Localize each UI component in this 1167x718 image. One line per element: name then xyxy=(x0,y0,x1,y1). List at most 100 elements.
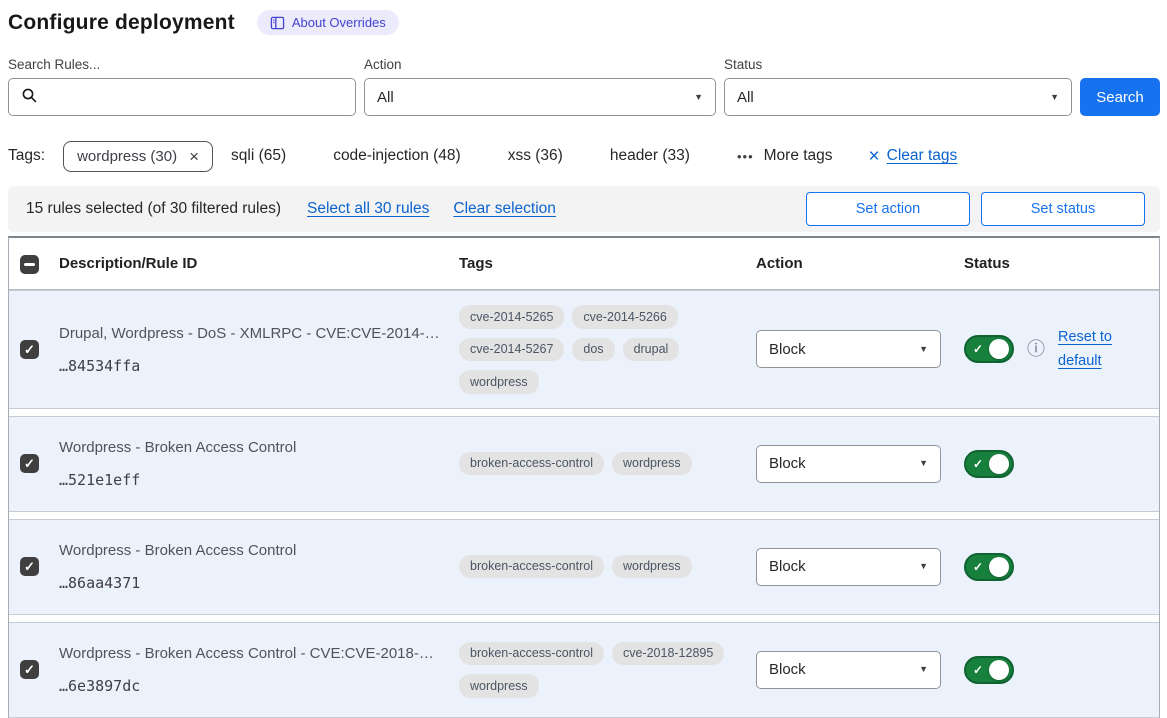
row-rule-id: …84534ffa xyxy=(59,356,459,376)
toggle-knob xyxy=(989,660,1009,680)
row-tags: broken-access-control cve-2018-12895 wordp… xyxy=(459,642,756,698)
check-icon: ✓ xyxy=(973,458,983,470)
tag-pill: cve-2014-5267 xyxy=(459,338,564,362)
tag-item-code-injection[interactable]: code-injection (48) xyxy=(333,147,461,165)
table-row: ✓ Wordpress - Broken Access Control - CV… xyxy=(9,622,1159,718)
column-header-description: Description/Rule ID xyxy=(59,255,459,272)
row-description: Wordpress - Broken Access Control xyxy=(59,437,459,459)
action-select-value: Block xyxy=(769,558,806,575)
selection-summary: 15 rules selected (of 30 filtered rules) xyxy=(26,200,281,218)
tag-item-header[interactable]: header (33) xyxy=(610,147,690,165)
tag-pill: cve-2018-12895 xyxy=(612,642,724,666)
set-action-button[interactable]: Set action xyxy=(806,192,970,226)
check-icon: ✓ xyxy=(24,343,35,356)
tag-pill: wordpress xyxy=(459,370,539,394)
tag-pill: broken-access-control xyxy=(459,642,604,666)
row-description: Drupal, Wordpress - DoS - XMLRPC - CVE:C… xyxy=(59,323,459,345)
indeterminate-icon xyxy=(24,263,35,266)
more-tags-button[interactable]: ••• More tags xyxy=(737,147,833,165)
rules-table: Description/Rule ID Tags Action Status ✓… xyxy=(8,236,1160,718)
configure-deployment-page: Configure deployment About Overrides Sea… xyxy=(0,0,1167,718)
action-filter-select[interactable]: All ▼ xyxy=(364,78,716,116)
check-icon: ✓ xyxy=(973,561,983,573)
table-row: ✓ Wordpress - Broken Access Control …86a… xyxy=(9,519,1159,615)
action-select[interactable]: Block ▼ xyxy=(756,651,941,689)
action-select[interactable]: Block ▼ xyxy=(756,548,941,586)
selection-bar: 15 rules selected (of 30 filtered rules)… xyxy=(8,186,1160,232)
check-icon: ✓ xyxy=(24,560,35,573)
search-input[interactable] xyxy=(48,89,343,106)
table-row: ✓ Drupal, Wordpress - DoS - XMLRPC - CVE… xyxy=(9,290,1159,409)
info-icon[interactable]: ⓘ xyxy=(1027,340,1045,358)
tag-pill: dos xyxy=(572,338,614,362)
close-icon: × xyxy=(869,147,880,166)
titlebar: Configure deployment About Overrides xyxy=(8,10,1160,35)
search-input-box[interactable] xyxy=(8,78,356,116)
action-filter-field: Action All ▼ xyxy=(364,57,716,116)
more-tags-label: More tags xyxy=(764,147,833,165)
remove-tag-icon[interactable]: × xyxy=(189,148,199,165)
search-icon xyxy=(21,87,38,108)
search-rules-field: Search Rules... xyxy=(8,57,356,116)
reset-to-default-link[interactable]: Reset to default xyxy=(1058,325,1122,373)
row-description: Wordpress - Broken Access Control xyxy=(59,540,459,562)
table-body: ✓ Drupal, Wordpress - DoS - XMLRPC - CVE… xyxy=(9,290,1159,718)
row-description: Wordpress - Broken Access Control - CVE:… xyxy=(59,643,459,665)
status-toggle[interactable]: ✓ xyxy=(964,656,1014,684)
check-icon: ✓ xyxy=(24,457,35,470)
chevron-down-icon: ▼ xyxy=(1050,93,1059,102)
column-header-tags: Tags xyxy=(459,255,756,272)
status-toggle[interactable]: ✓ xyxy=(964,335,1014,363)
action-filter-value: All xyxy=(377,89,394,106)
table-row: ✓ Wordpress - Broken Access Control …521… xyxy=(9,416,1159,512)
clear-tags-button[interactable]: × Clear tags xyxy=(869,147,958,166)
chevron-down-icon: ▼ xyxy=(919,459,928,468)
row-tags: cve-2014-5265 cve-2014-5266 cve-2014-5267 d… xyxy=(459,305,756,394)
selected-tag-label: wordpress (30) xyxy=(77,148,177,165)
row-rule-id: …521e1eff xyxy=(59,470,459,490)
search-button[interactable]: Search xyxy=(1080,78,1160,116)
book-icon xyxy=(270,16,285,30)
select-all-link[interactable]: Select all 30 rules xyxy=(307,200,429,218)
tag-pill: broken-access-control xyxy=(459,452,604,476)
status-toggle[interactable]: ✓ xyxy=(964,450,1014,478)
row-checkbox[interactable]: ✓ xyxy=(20,660,39,679)
status-filter-select[interactable]: All ▼ xyxy=(724,78,1072,116)
chevron-down-icon: ▼ xyxy=(919,665,928,674)
row-checkbox[interactable]: ✓ xyxy=(20,454,39,473)
select-all-checkbox[interactable] xyxy=(20,255,39,274)
check-icon: ✓ xyxy=(973,343,983,355)
toggle-knob xyxy=(989,557,1009,577)
tag-pill: cve-2014-5265 xyxy=(459,305,564,329)
tag-pill: cve-2014-5266 xyxy=(572,305,677,329)
tag-pill: wordpress xyxy=(612,555,692,579)
check-icon: ✓ xyxy=(973,664,983,676)
action-filter-label: Action xyxy=(364,57,716,72)
action-select-value: Block xyxy=(769,341,806,358)
action-select[interactable]: Block ▼ xyxy=(756,445,941,483)
set-status-button[interactable]: Set status xyxy=(981,192,1145,226)
tag-pill: drupal xyxy=(623,338,680,362)
selected-tag-chip[interactable]: wordpress (30) × xyxy=(63,141,213,172)
tag-pill: broken-access-control xyxy=(459,555,604,579)
tags-label: Tags: xyxy=(8,147,45,165)
tag-item-sqli[interactable]: sqli (65) xyxy=(231,147,286,165)
row-checkbox[interactable]: ✓ xyxy=(20,340,39,359)
chevron-down-icon: ▼ xyxy=(919,562,928,571)
page-title: Configure deployment xyxy=(8,11,235,35)
about-overrides-label: About Overrides xyxy=(292,15,386,30)
clear-tags-label: Clear tags xyxy=(887,147,958,165)
status-filter-value: All xyxy=(737,89,754,106)
tag-item-xss[interactable]: xss (36) xyxy=(508,147,563,165)
filter-row: Search Rules... Action All ▼ Status All … xyxy=(8,57,1160,116)
row-checkbox[interactable]: ✓ xyxy=(20,557,39,576)
status-toggle[interactable]: ✓ xyxy=(964,553,1014,581)
check-icon: ✓ xyxy=(24,663,35,676)
row-tags: broken-access-controlwordpress xyxy=(459,452,756,476)
toggle-knob xyxy=(989,454,1009,474)
action-select[interactable]: Block ▼ xyxy=(756,330,941,368)
clear-selection-link[interactable]: Clear selection xyxy=(453,200,556,218)
about-overrides-badge[interactable]: About Overrides xyxy=(257,10,399,35)
tags-bar: Tags: wordpress (30) × sqli (65) code-in… xyxy=(8,138,1160,174)
tag-pill: wordpress xyxy=(459,674,539,698)
